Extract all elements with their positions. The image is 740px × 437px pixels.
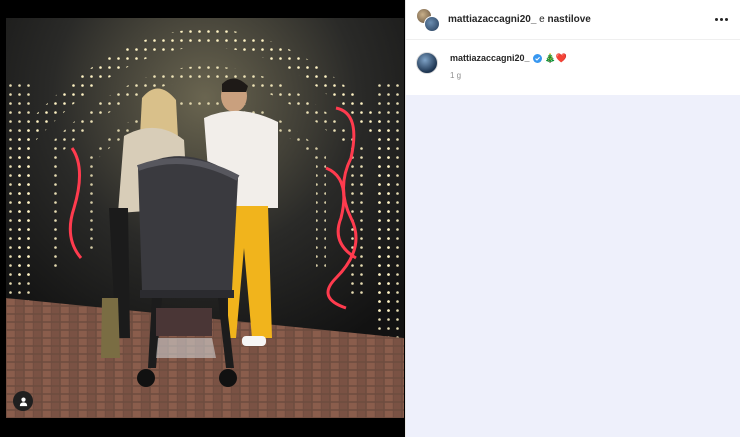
instagram-post: mattiazaccagni20_ e nastilove mattiazacc… (0, 0, 740, 437)
avatar[interactable] (416, 52, 438, 74)
collab-avatars[interactable] (416, 7, 440, 32)
comments-area (406, 95, 740, 437)
more-horizontal-icon (714, 18, 728, 21)
post-info-panel: mattiazaccagni20_ e nastilove mattiazacc… (405, 0, 740, 437)
collaborator-username-link[interactable]: nastilove (548, 14, 591, 25)
author-username-link[interactable]: mattiazaccagni20_ (448, 14, 536, 25)
post-media (0, 0, 405, 437)
authors-connector: e (536, 14, 548, 25)
post-caption: mattiazaccagni20_ 🎄❤️ 1 g (406, 40, 740, 95)
post-photo[interactable] (6, 18, 404, 418)
verified-badge-icon (532, 53, 542, 63)
more-options-button[interactable] (712, 13, 730, 27)
avatar (424, 15, 440, 32)
post-timestamp[interactable]: 1 g (450, 70, 567, 82)
post-authors: mattiazaccagni20_ e nastilove (448, 14, 591, 25)
caption-text: 🎄❤️ (544, 53, 567, 63)
user-tag-icon (19, 397, 27, 406)
caption-username-link[interactable]: mattiazaccagni20_ (450, 52, 530, 64)
post-header: mattiazaccagni20_ e nastilove (406, 0, 740, 40)
tagged-users-button[interactable] (13, 391, 33, 411)
